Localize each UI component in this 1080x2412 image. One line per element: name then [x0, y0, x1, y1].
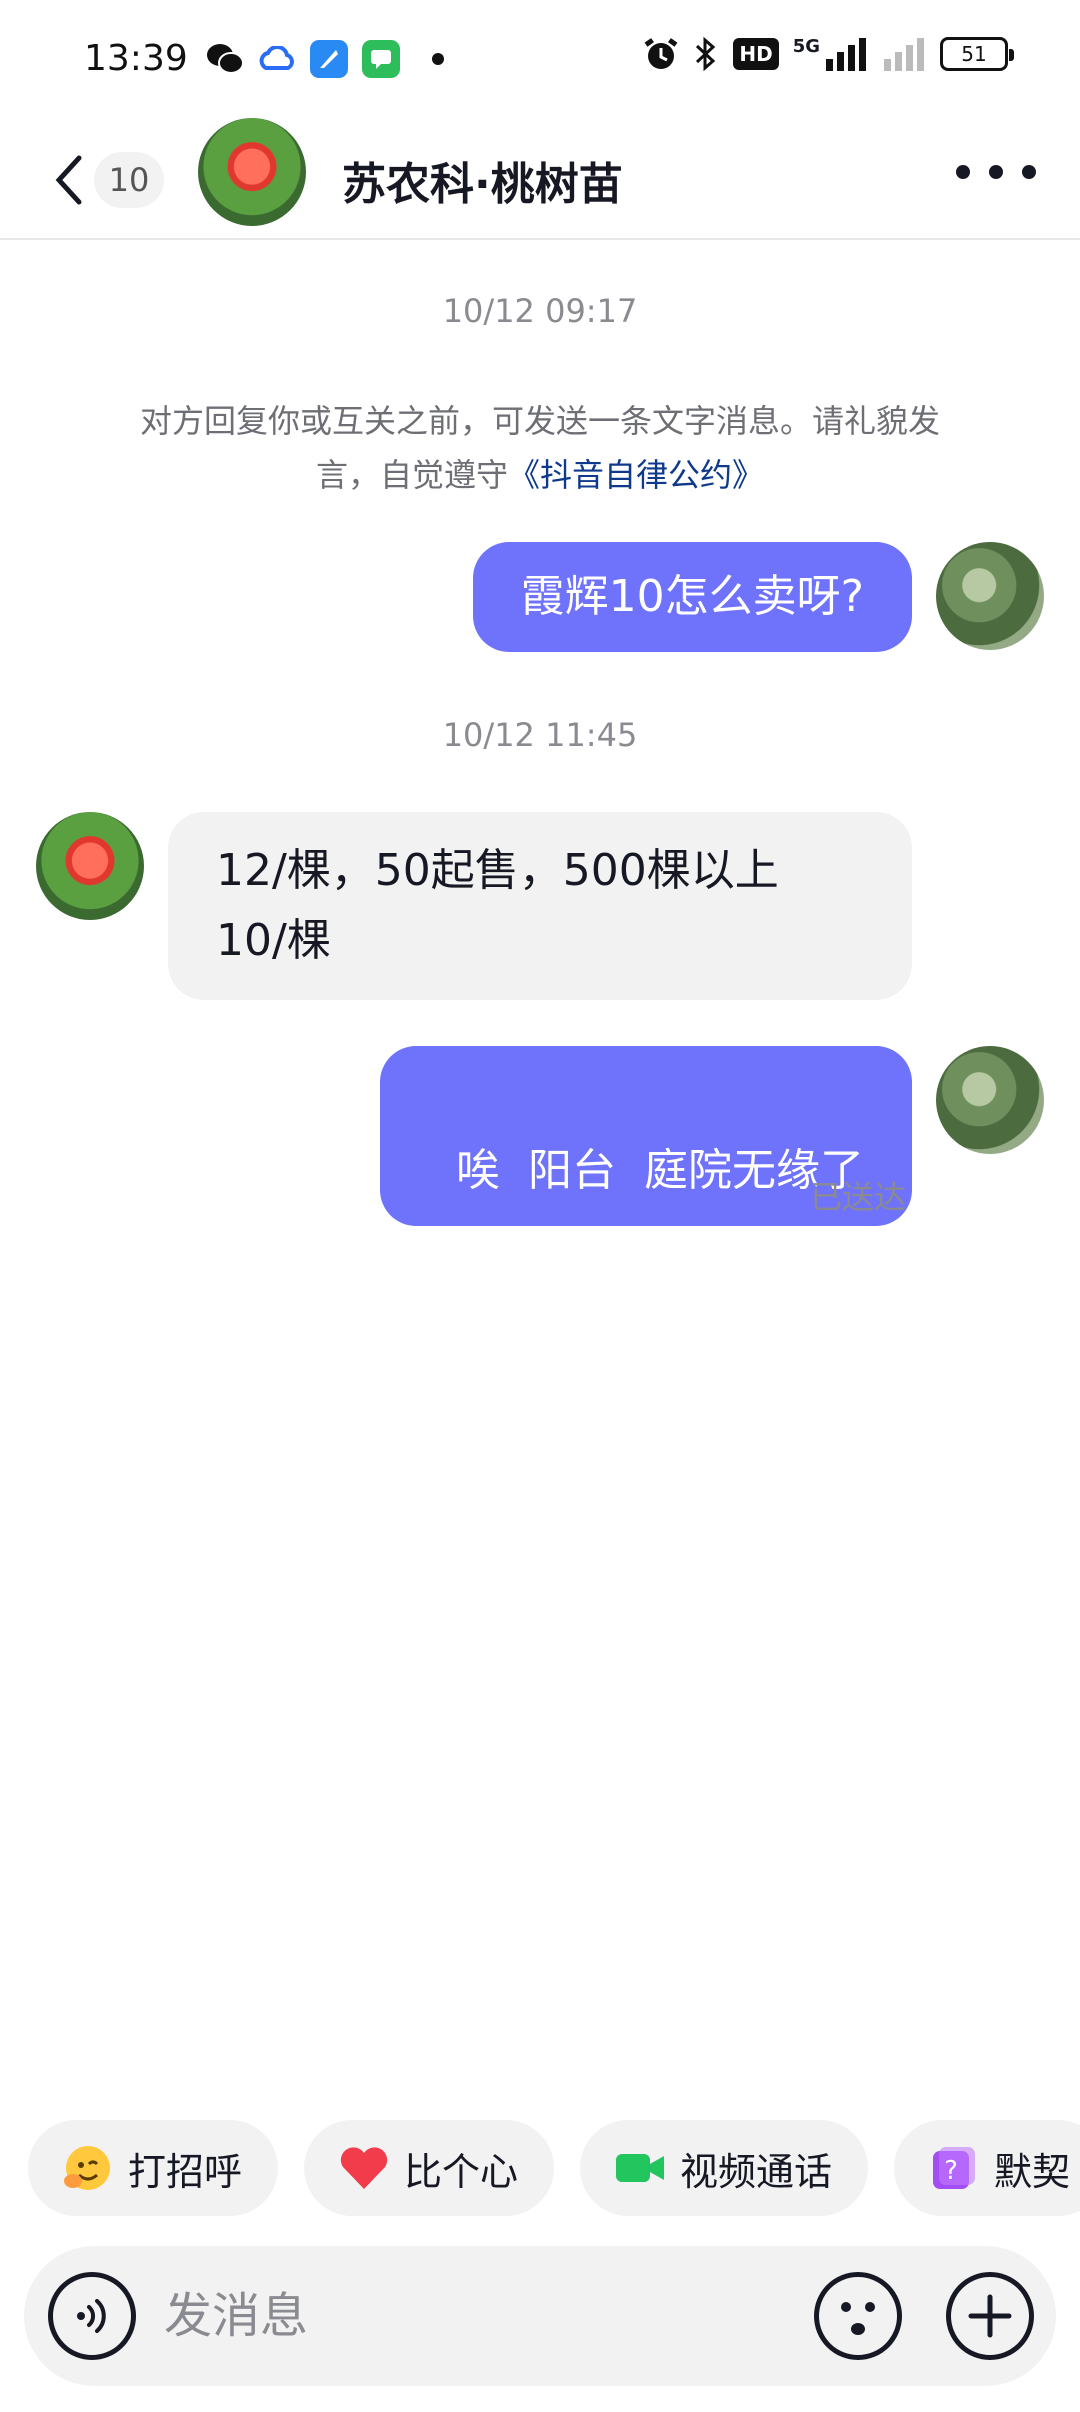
signal-icon	[826, 38, 866, 71]
wechat-icon	[206, 40, 244, 78]
status-indicators: HD 5G 51	[643, 36, 1014, 72]
quick-action-greet[interactable]: 打招呼	[28, 2120, 279, 2216]
message-text: 霞辉10怎么卖呀?	[520, 571, 864, 622]
message-text-line: 10/棵	[216, 915, 331, 966]
bluetooth-icon	[696, 36, 716, 72]
quick-action-heart[interactable]: 比个心	[304, 2120, 555, 2216]
quick-action-label: 打招呼	[128, 2149, 243, 2194]
more-options-button[interactable]	[956, 150, 1036, 194]
quick-action-label: 比个心	[404, 2149, 519, 2194]
more-actions-button[interactable]	[946, 2272, 1034, 2360]
status-bar: 13:39 HD 5G 51	[0, 0, 1080, 120]
my-avatar[interactable]	[936, 1046, 1044, 1154]
status-app-icons	[206, 40, 444, 78]
my-avatar[interactable]	[936, 542, 1044, 650]
message-timestamp: 10/12 09:17	[442, 292, 638, 330]
quick-action-tacit[interactable]: ? 默契	[894, 2120, 1080, 2216]
plus-icon	[968, 2294, 1012, 2338]
message-text-line: 12/棵，50起售，500棵以上	[216, 845, 779, 896]
dot-icon	[1022, 165, 1036, 179]
video-camera-icon	[612, 2140, 668, 2196]
quick-action-label: 视频通话	[680, 2149, 833, 2194]
alarm-icon	[644, 38, 678, 69]
dot-icon	[956, 165, 970, 179]
wave-emoji-icon	[60, 2140, 116, 2196]
message-input-bar	[24, 2246, 1056, 2386]
emoji-button[interactable]	[814, 2272, 902, 2360]
message-text: 唉 阳台 庭院无缘了	[456, 1145, 864, 1196]
heart-icon	[336, 2140, 392, 2196]
hd-badge: HD	[733, 38, 779, 70]
network-label: 5G	[792, 36, 820, 57]
system-notice: 对方回复你或互关之前，可发送一条文字消息。请礼貌发言，自觉遵守《抖音自律公约》	[130, 394, 950, 502]
voice-input-button[interactable]	[48, 2272, 136, 2360]
quick-actions-bar: 打招呼 比个心 视频通话 ? 默契	[28, 2120, 1080, 2220]
incoming-message-bubble[interactable]: 12/棵，50起售，500棵以上 10/棵	[168, 812, 912, 1000]
contact-avatar[interactable]	[198, 118, 306, 226]
outgoing-message-bubble[interactable]: 霞辉10怎么卖呀?	[472, 542, 912, 652]
battery-level: 51	[961, 42, 987, 66]
chat-title[interactable]: 苏农科·桃树苗	[342, 148, 623, 212]
feather-icon	[310, 40, 348, 78]
question-box-icon: ?	[926, 2140, 982, 2196]
status-time: 13:39	[84, 38, 188, 79]
quick-action-video-call[interactable]: 视频通话	[580, 2120, 869, 2216]
smiley-icon	[841, 2302, 875, 2335]
message-icon	[362, 40, 400, 78]
back-button[interactable]: 10	[48, 144, 168, 216]
contact-message-avatar[interactable]	[36, 812, 144, 920]
battery-icon: 51	[940, 37, 1014, 71]
unread-count-badge: 10	[94, 152, 164, 208]
message-timestamp: 10/12 11:45	[442, 716, 638, 754]
dot-icon	[989, 165, 1003, 179]
signal-weak-icon	[884, 38, 924, 71]
chevron-left-icon	[48, 150, 88, 210]
notification-dot-icon	[432, 53, 444, 65]
svg-text:?: ?	[944, 2156, 958, 2186]
community-guidelines-link[interactable]: 《抖音自律公约》	[508, 456, 764, 494]
quick-action-label: 默契	[994, 2149, 1071, 2194]
message-input[interactable]	[164, 2246, 804, 2386]
voice-wave-icon	[77, 2299, 106, 2333]
cloud-icon	[258, 40, 296, 78]
delivery-status: 已送达	[809, 1178, 906, 1216]
